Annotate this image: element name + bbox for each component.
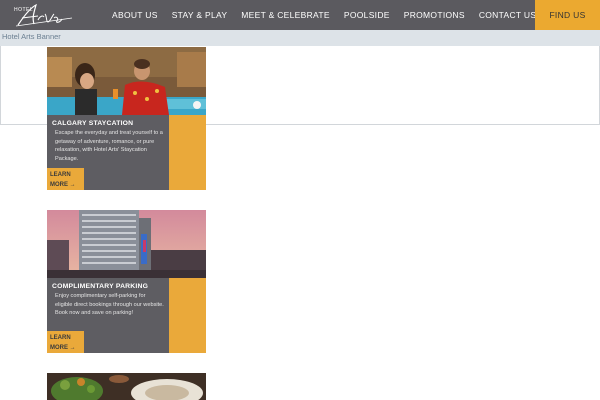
logo-script-icon — [15, 3, 73, 27]
card-title: COMPLIMENTARY PARKING — [52, 283, 149, 290]
promo-card-staycation: CALGARY STAYCATION Escape the everyday a… — [47, 47, 206, 190]
more-text: MORE → — [50, 182, 76, 188]
nav-poolside[interactable]: POOLSIDE — [344, 10, 390, 20]
nav-meet-celebrate[interactable]: MEET & CELEBRATE — [241, 10, 330, 20]
nav-about-us[interactable]: ABOUT US — [112, 10, 158, 20]
hotel-tower-photo — [47, 210, 206, 278]
more-text: MORE → — [50, 345, 76, 351]
card-title: CALGARY STAYCATION — [52, 120, 134, 127]
couple-by-pool-photo — [47, 47, 206, 115]
food-platter-photo — [47, 373, 206, 400]
learn-more-button[interactable]: LEARN MORE → — [47, 331, 84, 353]
learn-text: LEARN — [50, 335, 71, 341]
promo-card-dining — [47, 373, 206, 400]
card-description: Enjoy complimentary self-parking for eli… — [55, 293, 164, 316]
card-body: CALGARY STAYCATION Escape the everyday a… — [47, 115, 169, 190]
nav-contact-us[interactable]: CONTACT US — [479, 10, 536, 20]
nav-promotions[interactable]: PROMOTIONS — [404, 10, 465, 20]
card-accent — [169, 278, 206, 353]
banner-strip — [0, 30, 600, 46]
card-accent — [169, 115, 206, 190]
card-body: COMPLIMENTARY PARKING Enjoy complimentar… — [47, 278, 169, 353]
nav-stay-play[interactable]: STAY & PLAY — [172, 10, 228, 20]
card-description: Escape the everyday and treat yourself t… — [55, 130, 163, 162]
learn-text: LEARN — [50, 172, 71, 178]
main-nav: ABOUT US STAY & PLAY MEET & CELEBRATE PO… — [112, 0, 550, 30]
site-header: HOTEL ABOUT US STAY & PLAY MEET & CELEBR… — [0, 0, 600, 30]
promo-card-parking: COMPLIMENTARY PARKING Enjoy complimentar… — [47, 210, 206, 353]
learn-more-button[interactable]: LEARN MORE → — [47, 168, 84, 190]
arrow-right-icon: → — [69, 182, 76, 188]
arrow-right-icon: → — [69, 345, 76, 351]
hotel-arts-logo[interactable]: HOTEL — [12, 2, 76, 28]
find-us-button[interactable]: FIND US — [535, 0, 600, 30]
banner-alt-text: Hotel Arts Banner — [2, 32, 61, 41]
